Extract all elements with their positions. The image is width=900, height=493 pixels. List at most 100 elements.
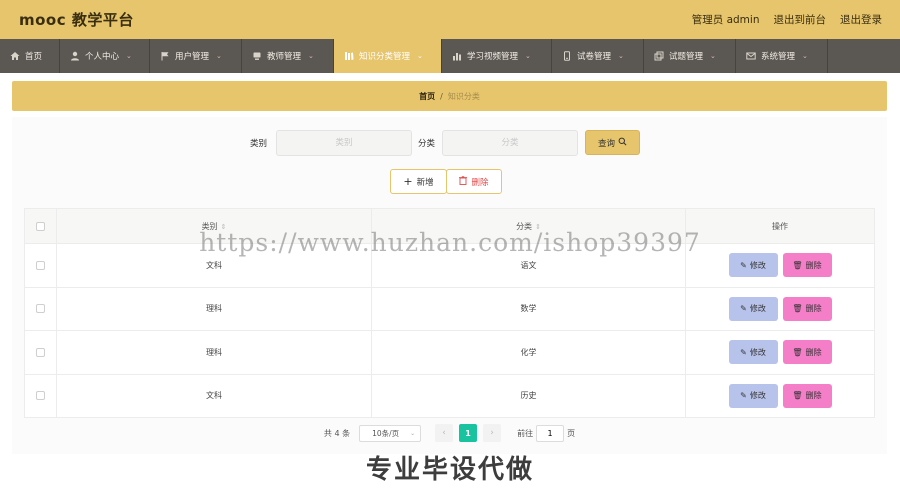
search-form: 类别 分类 查询 (12, 130, 887, 156)
row-checkbox[interactable] (36, 391, 45, 401)
footer-caption: 专业毕设代做 (365, 455, 534, 485)
query-button[interactable]: 查询 (585, 130, 640, 155)
books-icon (344, 51, 354, 61)
home-icon (10, 51, 20, 61)
type-cell: 理科 (56, 330, 372, 375)
logout-link[interactable]: 退出登录 (840, 12, 882, 27)
page-size-select[interactable]: 10条/页 ⌄ (359, 424, 422, 442)
paper-icon (562, 51, 572, 61)
next-page-button[interactable]: › (483, 424, 502, 442)
delete-button[interactable]: 🗑 删除 (782, 383, 832, 408)
mail-icon (746, 51, 756, 61)
row-checkbox[interactable] (36, 304, 45, 314)
select-all-checkbox[interactable] (36, 221, 45, 231)
teacher-icon (252, 51, 262, 61)
nav-item-users[interactable]: 用户管理 ⌄ (150, 39, 242, 73)
chevron-down-icon: ⌄ (710, 52, 716, 60)
admin-label: 管理员 admin (691, 14, 760, 26)
chevron-down-icon: ⌄ (525, 52, 531, 60)
column-header-operations-label: 操作 (772, 221, 788, 231)
type-cell: 文科 (56, 243, 372, 288)
column-header-operations: 操作 (685, 208, 875, 244)
nav-item-teachers[interactable]: 教师管理 ⌄ (242, 39, 334, 73)
edit-button[interactable]: ✎ 修改 (728, 383, 778, 408)
nav-item-questions[interactable]: 试题管理 ⌄ (644, 39, 736, 73)
trash-icon: 🗑 (792, 304, 803, 314)
nav-item-system[interactable]: 系统管理 ⌄ (736, 39, 828, 73)
goto-page-input[interactable] (536, 424, 565, 442)
category-input[interactable] (442, 130, 578, 156)
breadcrumb-separator: / (440, 91, 443, 101)
sort-icon[interactable]: ⇕ (221, 223, 227, 231)
search-icon (618, 137, 627, 149)
operations-cell: ✎ 修改 🗑 删除 (685, 286, 875, 331)
category-cell: 数学 (371, 286, 686, 331)
chevron-down-icon: ⌄ (618, 52, 624, 60)
category-cell: 化学 (371, 330, 686, 375)
top-links: 管理员 admin 退出到前台 退出登录 (692, 12, 882, 27)
column-header-type[interactable]: 类别 ⇕ (56, 208, 372, 244)
nav-item-label: 用户管理 (175, 52, 210, 62)
edit-icon: ✎ (740, 260, 747, 270)
category-label: 分类 (418, 139, 436, 149)
nav-item-videos[interactable]: 学习视频管理 ⌄ (442, 39, 552, 73)
select-all-cell (24, 208, 57, 244)
nav-item-label: 试卷管理 (577, 52, 612, 62)
nav-item-knowledge-category[interactable]: 知识分类管理 ⌄ (334, 39, 442, 73)
edit-label: 修改 (749, 347, 766, 357)
flag-icon (160, 51, 170, 61)
copy-icon (654, 51, 664, 61)
edit-button[interactable]: ✎ 修改 (728, 340, 778, 365)
edit-button[interactable]: ✎ 修改 (728, 253, 778, 278)
add-button[interactable]: + 新增 (390, 169, 447, 194)
column-header-type-label: 类别 (201, 221, 218, 231)
nav-item-home[interactable]: 首页 (0, 39, 60, 73)
page-size-value: 10条/页 (372, 428, 400, 438)
page-number-current[interactable]: 1 (459, 424, 478, 442)
table-row: 理科 数学 ✎ 修改 🗑 删除 (24, 286, 875, 331)
prev-page-button[interactable]: ‹ (435, 424, 454, 442)
row-checkbox[interactable] (36, 260, 45, 270)
row-select-cell (24, 286, 57, 331)
pagination: 共 4 条 10条/页 ⌄ ‹ 1 › 前往 页 (12, 424, 887, 442)
row-checkbox[interactable] (36, 347, 45, 357)
breadcrumb: 首页 / 知识分类 (12, 81, 887, 111)
trash-icon (459, 175, 468, 188)
edit-label: 修改 (749, 391, 766, 401)
edit-button[interactable]: ✎ 修改 (728, 296, 778, 321)
nav-item-label: 系统管理 (761, 52, 796, 62)
user-icon (70, 51, 80, 61)
trash-icon: 🗑 (792, 260, 803, 270)
delete-button[interactable]: 🗑 删除 (782, 253, 832, 278)
sort-icon[interactable]: ⇕ (535, 223, 541, 231)
bar-chart-icon (452, 51, 462, 61)
type-label: 类别 (250, 139, 268, 149)
chevron-down-icon: ⌄ (802, 52, 808, 60)
batch-delete-button[interactable]: 删除 (446, 169, 502, 194)
edit-label: 修改 (749, 304, 766, 314)
goto-label: 前往 (517, 428, 534, 438)
operations-cell: ✎ 修改 🗑 删除 (685, 243, 875, 288)
nav-item-label: 教师管理 (267, 52, 302, 62)
nav-item-profile[interactable]: 个人中心 ⌄ (60, 39, 150, 73)
row-select-cell (24, 243, 57, 288)
top-header: mooc 教学平台 管理员 admin 退出到前台 退出登录 (0, 0, 900, 39)
nav-item-papers[interactable]: 试卷管理 ⌄ (552, 39, 644, 73)
breadcrumb-home[interactable]: 首页 (419, 91, 435, 102)
delete-label: 删除 (805, 260, 822, 270)
plus-icon: + (403, 175, 413, 188)
page-suffix: 页 (567, 428, 576, 438)
delete-label: 删除 (805, 347, 822, 357)
operations-cell: ✎ 修改 🗑 删除 (685, 373, 875, 418)
type-input[interactable] (276, 130, 412, 156)
column-header-category-label: 分类 (516, 221, 533, 231)
delete-button[interactable]: 🗑 删除 (782, 296, 832, 321)
edit-icon: ✎ (740, 347, 747, 357)
column-header-category[interactable]: 分类 ⇕ (371, 208, 686, 244)
chevron-down-icon: ⌄ (216, 52, 222, 60)
delete-button[interactable]: 🗑 删除 (782, 340, 832, 365)
exit-to-front-link[interactable]: 退出到前台 (774, 12, 827, 27)
table-row: 文科 语文 ✎ 修改 🗑 删除 (24, 243, 875, 288)
category-cell: 历史 (371, 373, 686, 418)
chevron-down-icon: ⌄ (410, 429, 416, 437)
